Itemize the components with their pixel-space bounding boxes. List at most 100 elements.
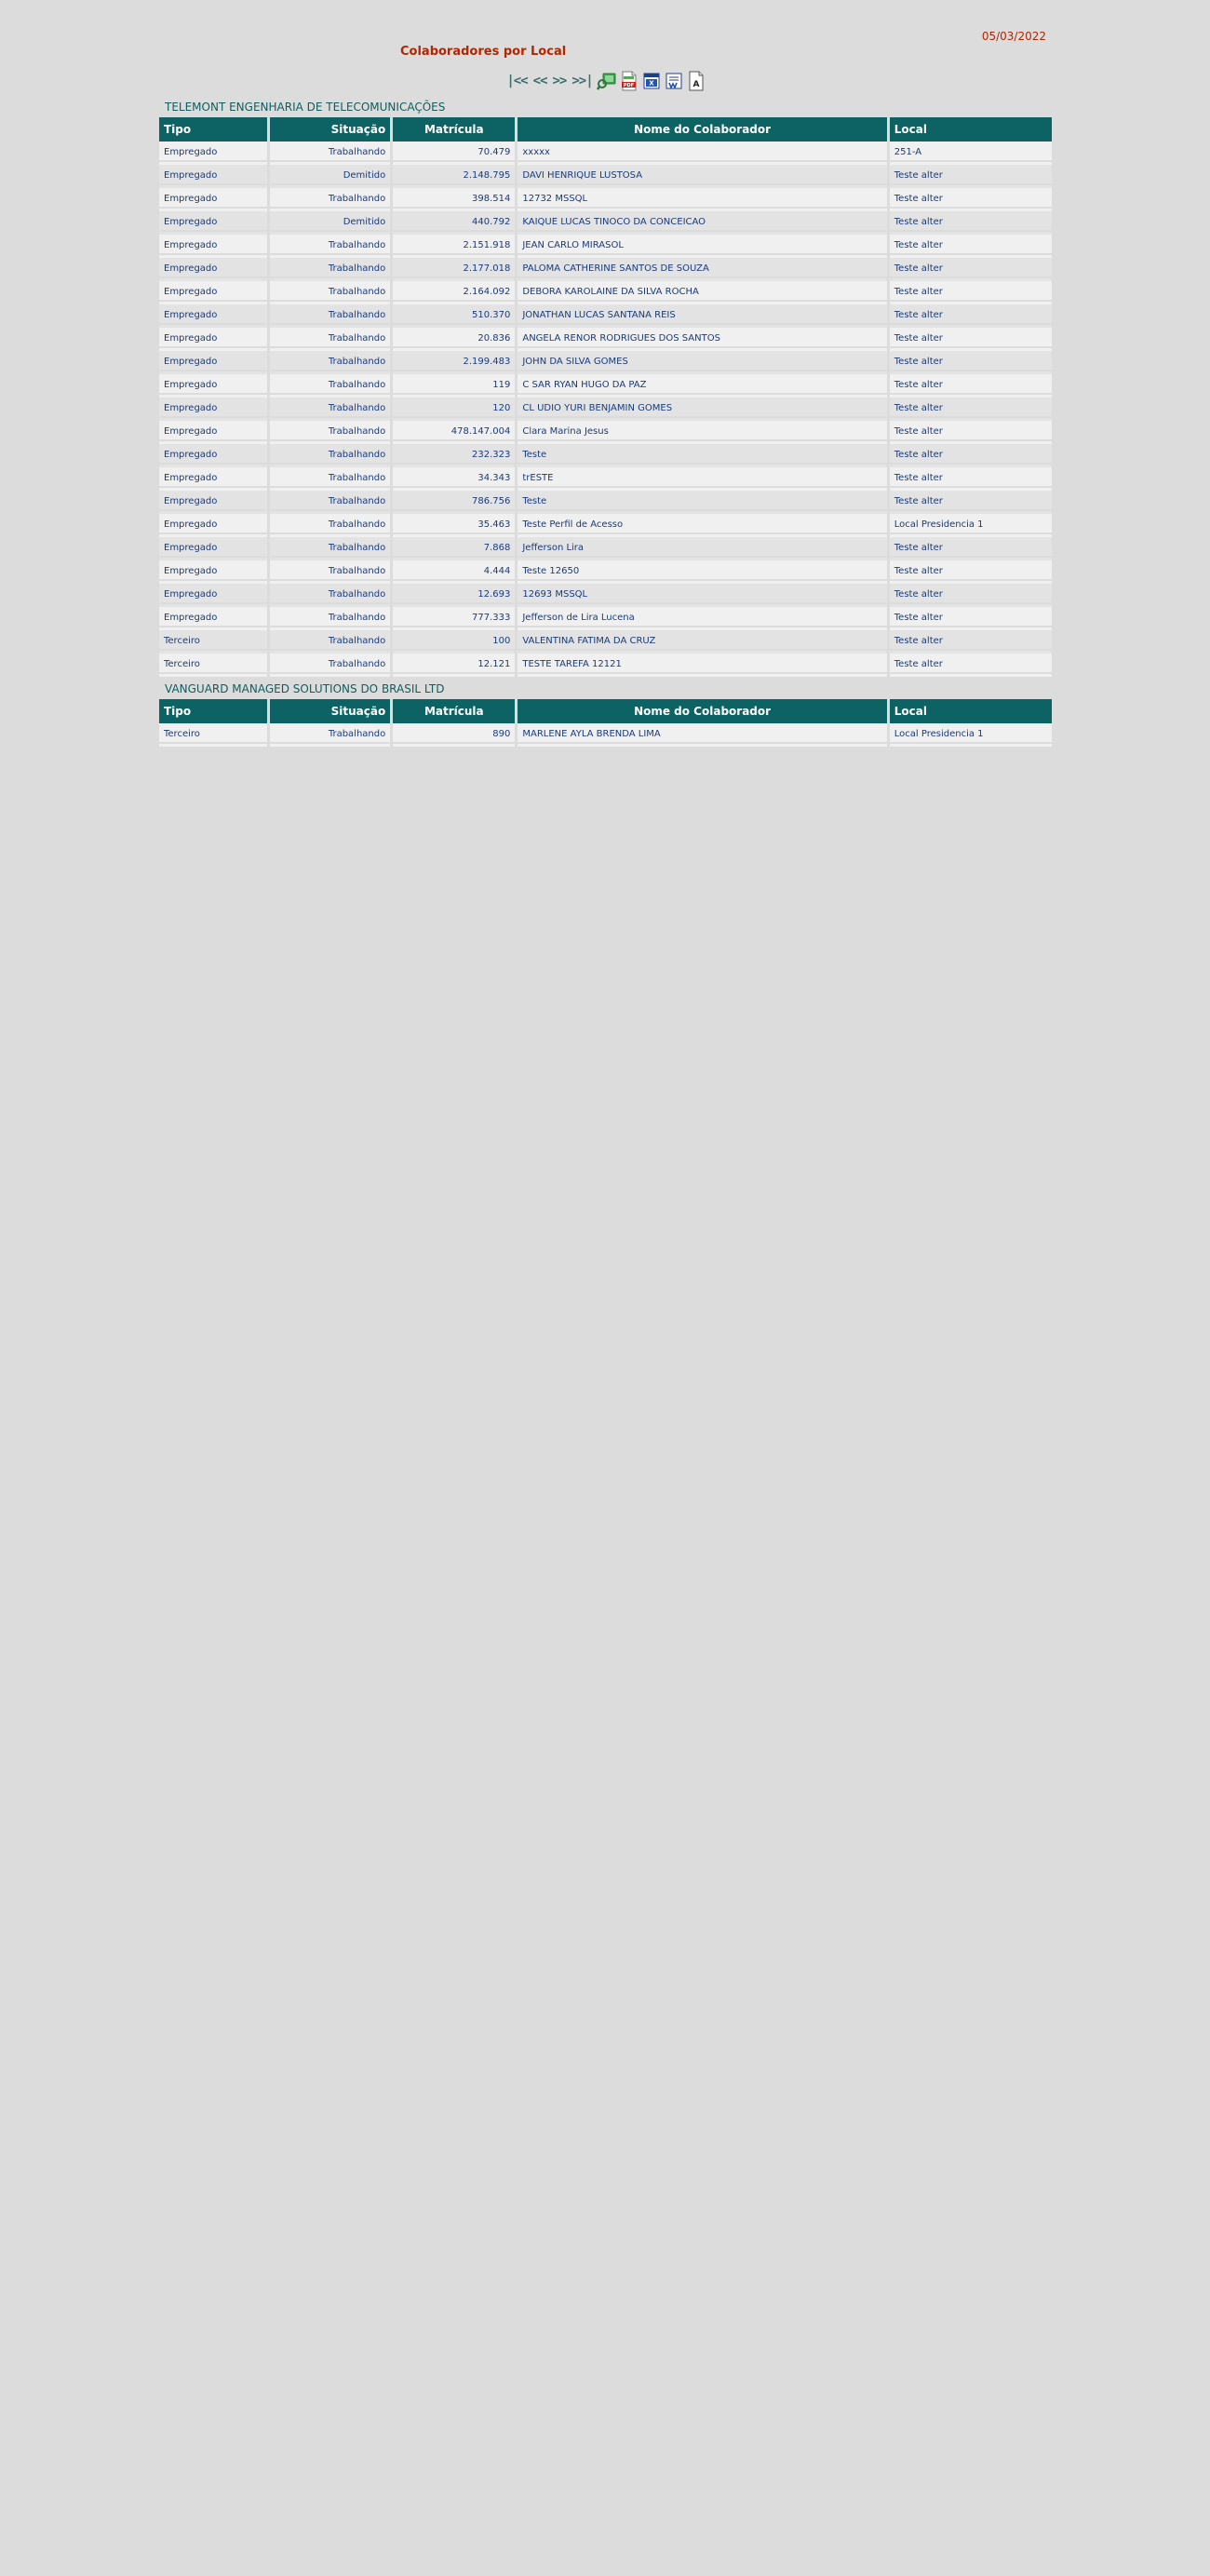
column-header-nome[interactable]: Nome do Colaborador	[518, 699, 887, 723]
cell-tipo: Empregado	[159, 281, 268, 304]
next-page-button[interactable]: >>	[551, 72, 569, 90]
cell-matricula: 786.756	[393, 491, 516, 514]
cell-local: Teste alter	[889, 235, 1052, 258]
cell-situacao: Trabalhando	[270, 421, 391, 444]
cell-tipo: Empregado	[159, 607, 268, 630]
table-row: Empregado Trabalhando 34.343 trESTE Teste al…	[159, 467, 1052, 491]
text-icon[interactable]: A	[686, 71, 706, 91]
cell-matricula: 2.199.483	[393, 351, 516, 374]
cell-tipo: Empregado	[159, 444, 268, 467]
cell-local: 251-A	[889, 142, 1052, 165]
cell-tipo: Terceiro	[159, 654, 268, 677]
table-row: Empregado Trabalhando 2.177.018 PALOMA CATH…	[159, 258, 1052, 281]
cell-nome: Teste Perfil de Acesso	[518, 514, 887, 537]
cell-matricula: 70.479	[393, 142, 516, 165]
column-header-matricula[interactable]: Matrícula	[393, 699, 516, 723]
cell-situacao: Trabalhando	[270, 142, 391, 165]
cell-tipo: Empregado	[159, 328, 268, 351]
cell-local: Teste alter	[889, 398, 1052, 421]
search-icon[interactable]	[596, 71, 617, 91]
cell-situacao: Trabalhando	[270, 235, 391, 258]
cell-tipo: Empregado	[159, 514, 268, 537]
table-row: Empregado Trabalhando 4.444 Teste 12650 Test…	[159, 560, 1052, 584]
cell-nome: Clara Marina Jesus	[518, 421, 887, 444]
cell-tipo: Terceiro	[159, 723, 268, 747]
cell-tipo: Empregado	[159, 584, 268, 607]
word-icon[interactable]	[664, 71, 684, 91]
column-header-tipo[interactable]: Tipo	[159, 699, 268, 723]
column-header-local[interactable]: Local	[889, 699, 1052, 723]
first-page-label: |<<	[506, 74, 528, 88]
cell-matricula: 12.693	[393, 584, 516, 607]
cell-local: Teste alter	[889, 560, 1052, 584]
cell-local: Teste alter	[889, 351, 1052, 374]
cell-nome: DEBORA KAROLAINE DA SILVA ROCHA	[518, 281, 887, 304]
cell-matricula: 890	[393, 723, 516, 747]
table-row: Empregado Trabalhando 398.514 12732 MSSQL Te…	[159, 188, 1052, 211]
cell-matricula: 440.792	[393, 211, 516, 235]
cell-situacao: Trabalhando	[270, 258, 391, 281]
cell-tipo: Empregado	[159, 142, 268, 165]
cell-tipo: Empregado	[159, 211, 268, 235]
svg-text:PDF: PDF	[624, 83, 634, 88]
employee-table: Tipo Situação Matrícula Nome do Colaborador…	[156, 117, 1055, 677]
column-header-tipo[interactable]: Tipo	[159, 117, 268, 142]
cell-situacao: Demitido	[270, 165, 391, 188]
cell-nome: Jefferson de Lira Lucena	[518, 607, 887, 630]
employee-table: Tipo Situação Matrícula Nome do Colaborador…	[156, 699, 1055, 747]
cell-tipo: Empregado	[159, 188, 268, 211]
cell-matricula: 35.463	[393, 514, 516, 537]
first-page-button[interactable]: |<<	[504, 72, 529, 90]
table-row: Empregado Trabalhando 35.463 Teste Perfil d…	[159, 514, 1052, 537]
cell-situacao: Trabalhando	[270, 467, 391, 491]
column-header-local[interactable]: Local	[889, 117, 1052, 142]
cell-situacao: Trabalhando	[270, 304, 391, 328]
cell-matricula: 12.121	[393, 654, 516, 677]
table-row: Empregado Trabalhando 70.479 xxxxx 251-A	[159, 142, 1052, 165]
report-toolbar: |<< << >> >>| PDF X A	[159, 67, 1052, 95]
cell-nome: Teste	[518, 491, 887, 514]
cell-matricula: 34.343	[393, 467, 516, 491]
cell-local: Teste alter	[889, 304, 1052, 328]
table-row: Empregado Trabalhando 478.147.004 Clara Mar…	[159, 421, 1052, 444]
cell-local: Teste alter	[889, 188, 1052, 211]
previous-page-button[interactable]: <<	[531, 72, 549, 90]
cell-matricula: 2.148.795	[393, 165, 516, 188]
cell-matricula: 232.323	[393, 444, 516, 467]
cell-nome: CL UDIO YURI BENJAMIN GOMES	[518, 398, 887, 421]
table-row: Terceiro Trabalhando 100 VALENTINA FATIMA D…	[159, 630, 1052, 654]
report-header: Colaboradores por Local 05/03/2022	[159, 26, 1052, 67]
report: Colaboradores por Local 05/03/2022 |<< <…	[159, 26, 1052, 747]
cell-local: Teste alter	[889, 607, 1052, 630]
cell-situacao: Trabalhando	[270, 560, 391, 584]
cell-local: Teste alter	[889, 374, 1052, 398]
svg-text:X: X	[649, 80, 654, 88]
cell-situacao: Trabalhando	[270, 537, 391, 560]
cell-situacao: Trabalhando	[270, 398, 391, 421]
cell-tipo: Empregado	[159, 304, 268, 328]
cell-local: Teste alter	[889, 491, 1052, 514]
cell-matricula: 100	[393, 630, 516, 654]
cell-matricula: 120	[393, 398, 516, 421]
cell-tipo: Empregado	[159, 398, 268, 421]
cell-tipo: Empregado	[159, 374, 268, 398]
cell-situacao: Demitido	[270, 211, 391, 235]
cell-nome: 12732 MSSQL	[518, 188, 887, 211]
cell-nome: Jefferson Lira	[518, 537, 887, 560]
column-header-situacao[interactable]: Situação	[270, 699, 391, 723]
column-header-nome[interactable]: Nome do Colaborador	[518, 117, 887, 142]
cell-tipo: Empregado	[159, 258, 268, 281]
cell-situacao: Trabalhando	[270, 723, 391, 747]
pdf-icon[interactable]: PDF	[619, 71, 639, 91]
report-title: Colaboradores por Local	[400, 45, 567, 59]
cell-tipo: Empregado	[159, 467, 268, 491]
column-header-situacao[interactable]: Situação	[270, 117, 391, 142]
cell-nome: 12693 MSSQL	[518, 584, 887, 607]
column-header-matricula[interactable]: Matrícula	[393, 117, 516, 142]
cell-tipo: Empregado	[159, 421, 268, 444]
excel-icon[interactable]: X	[641, 71, 662, 91]
table-row: Empregado Trabalhando 2.164.092 DEBORA KARO…	[159, 281, 1052, 304]
cell-local: Local Presidencia 1	[889, 514, 1052, 537]
last-page-button[interactable]: >>|	[570, 72, 594, 90]
cell-local: Teste alter	[889, 444, 1052, 467]
